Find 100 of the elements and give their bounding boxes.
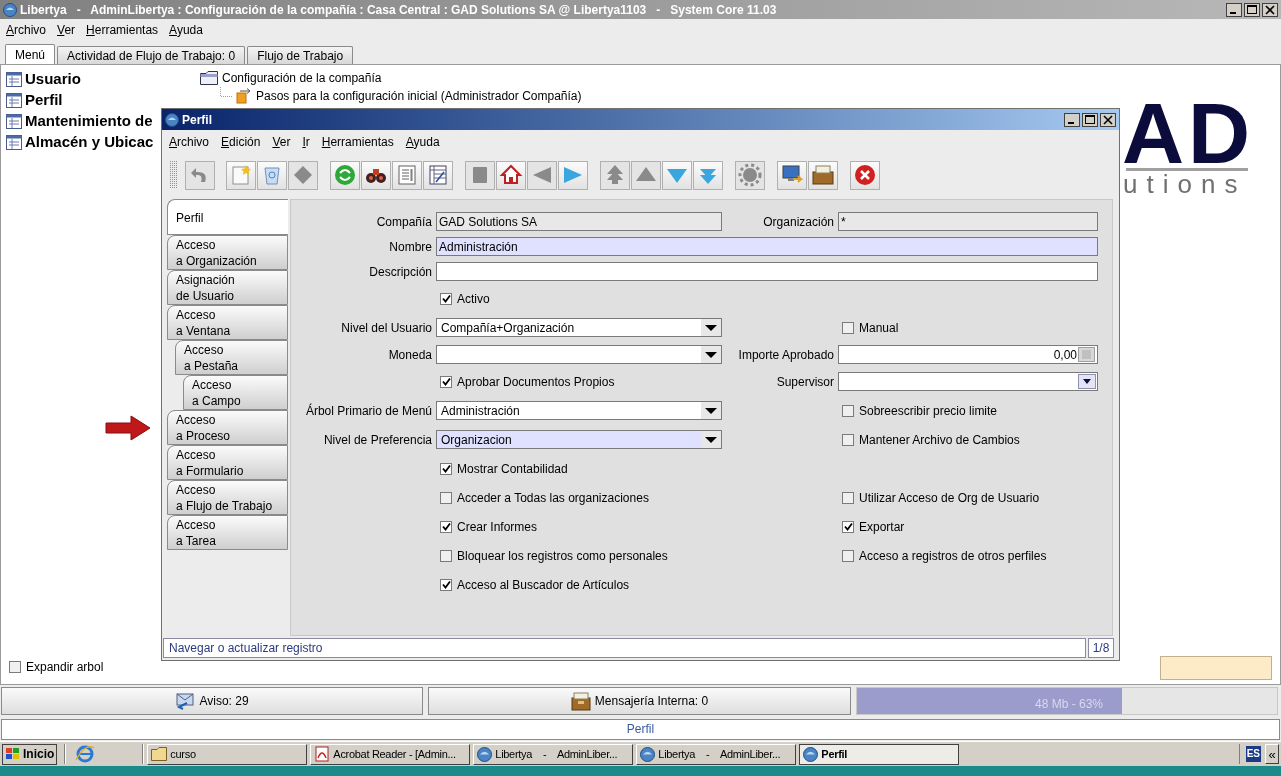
close-button[interactable] — [1100, 112, 1116, 127]
vertical-tab[interactable]: Acceso a Campo — [183, 375, 288, 410]
checkbox-label: Exportar — [859, 518, 905, 536]
menu-link[interactable]: Usuario — [25, 68, 81, 91]
check-icon — [441, 522, 451, 531]
menu-item[interactable]: Archivo — [6, 21, 47, 39]
menu-item[interactable]: Edición — [221, 133, 261, 151]
maximize-button[interactable] — [1082, 112, 1098, 127]
dropdown[interactable]: Compañía+Organización — [436, 318, 722, 337]
gear-icon — [738, 163, 762, 187]
checkbox[interactable] — [440, 491, 452, 504]
checkbox[interactable] — [440, 462, 452, 475]
text-field[interactable]: GAD Solutions SA — [436, 212, 722, 231]
field-label: Compañía — [376, 213, 432, 231]
checkbox[interactable] — [440, 520, 452, 533]
text-field[interactable]: Administración — [436, 237, 1098, 256]
checkbox-label: Aprobar Documentos Propios — [457, 373, 615, 391]
taskbar-item[interactable]: Libertya - AdminLiber... — [636, 743, 797, 765]
taskbar-item[interactable]: Libertya - AdminLiber... — [473, 743, 634, 765]
status-message: Navegar o actualizar registro — [169, 640, 323, 657]
menu-item[interactable]: Ir — [302, 133, 310, 151]
text-field[interactable] — [436, 262, 1098, 281]
taskbar-item[interactable]: Perfil — [799, 743, 960, 765]
menu-link[interactable]: Almacén y Ubicac — [25, 131, 154, 154]
dropdown[interactable]: Organizacion — [436, 430, 722, 449]
dropdown[interactable]: Administración — [436, 401, 722, 420]
vertical-tab[interactable]: Acceso a Pestaña — [175, 340, 288, 375]
text-field[interactable]: 0,00 — [838, 345, 1098, 364]
vertical-tab[interactable]: Acceso a Tarea — [167, 515, 288, 550]
vertical-tab[interactable]: Acceso a Formulario — [167, 445, 288, 480]
menu-item[interactable]: Herramientas — [86, 21, 159, 39]
vertical-tab[interactable]: Acceso a Organización — [167, 235, 288, 270]
field-label: Moneda — [388, 346, 432, 364]
browser-icon[interactable] — [75, 745, 96, 763]
checkbox[interactable] — [842, 404, 854, 417]
checkbox[interactable] — [440, 549, 452, 562]
minimize-button[interactable] — [1226, 2, 1242, 17]
dropdown[interactable] — [838, 372, 1098, 391]
vertical-tab[interactable]: Asignación de Usuario — [167, 270, 288, 305]
collapse-button[interactable]: « — [1265, 744, 1279, 764]
menu-item[interactable]: Ver — [57, 21, 76, 39]
window-icon — [6, 93, 22, 108]
checkbox[interactable] — [440, 578, 452, 591]
minimize-button[interactable] — [1064, 112, 1080, 127]
start-button[interactable]: Inicio — [2, 743, 58, 765]
checkbox[interactable] — [842, 520, 854, 533]
maximize-button[interactable] — [1244, 2, 1260, 17]
menu-link[interactable]: Mantenimiento de — [25, 110, 153, 133]
checkbox-label: Sobreescribir precio limite — [859, 402, 998, 420]
app-icon — [803, 746, 819, 762]
tab[interactable]: Flujo de Trabajo — [247, 46, 354, 64]
grid-icon — [426, 163, 450, 187]
checkbox[interactable] — [842, 433, 854, 446]
window-icon — [6, 114, 22, 129]
checkbox[interactable] — [842, 491, 854, 504]
window-title: Libertya - AdminLibertya : Configuración de la compañía : Casa Central : GAD Solutions SA @ Libertya1103 - System Core 11.03 — [20, 1, 777, 19]
toolbar-grip — [170, 161, 178, 189]
language-indicator[interactable]: ES — [1245, 746, 1261, 762]
checkbox[interactable] — [440, 375, 452, 388]
logo-text: AD — [1122, 101, 1255, 165]
archive-icon — [811, 163, 835, 187]
vertical-tab[interactable]: Acceso a Ventana — [167, 305, 288, 340]
notices-button[interactable]: Aviso: 29 — [1, 687, 423, 715]
taskbar-item[interactable]: curso — [147, 743, 308, 765]
toolbar-button[interactable] — [496, 160, 526, 190]
vertical-tab[interactable]: Acceso a Flujo de Trabajo — [167, 480, 288, 515]
menu-link[interactable]: Perfil — [25, 89, 63, 112]
tab[interactable]: Actividad de Flujo de Trabajo: 0 — [57, 46, 246, 64]
vertical-tab[interactable]: Perfil — [167, 199, 288, 235]
menu-item[interactable]: Ayuda — [405, 133, 440, 151]
menu-item[interactable]: Archivo — [169, 133, 210, 151]
close-button[interactable] — [1262, 2, 1278, 17]
text-field[interactable]: * — [838, 212, 1098, 231]
app-icon — [640, 746, 656, 762]
checkbox[interactable] — [842, 549, 854, 562]
record-counter: 1/8 — [1092, 640, 1110, 657]
taskbar-item[interactable]: Acrobat Reader - [Admin... — [310, 743, 471, 765]
check-icon — [441, 464, 451, 473]
tree-item[interactable]: Configuración de la compañía — [222, 69, 382, 87]
checkbox[interactable] — [440, 292, 452, 305]
tab[interactable]: Menú — [5, 44, 56, 64]
messages-button[interactable]: Mensajería Interna: 0 — [428, 687, 851, 715]
toolbar-button[interactable] — [777, 160, 807, 190]
checkbox-label: Mostrar Contabilidad — [457, 460, 568, 478]
dropdown[interactable] — [436, 345, 722, 364]
memory-reading: 48 Mb - 63% — [1035, 696, 1104, 713]
toolbar-button[interactable] — [361, 160, 391, 190]
home-icon — [499, 163, 523, 187]
menu-item[interactable]: Ayuda — [169, 21, 203, 39]
checkbox[interactable] — [9, 661, 21, 673]
menu-item[interactable]: Ver — [272, 133, 291, 151]
tree-item[interactable]: Pasos para la configuración inicial (Administrador Compañía) — [256, 87, 582, 105]
menu-item[interactable]: Herramientas — [321, 133, 394, 151]
checkbox[interactable] — [842, 321, 854, 334]
vertical-tab[interactable]: Acceso a Proceso — [167, 410, 288, 445]
status-title: Perfil — [626, 721, 655, 738]
checkbox-label: Acceder a Todas las organizaciones — [457, 489, 649, 507]
app-icon — [165, 112, 179, 127]
field-label: Supervisor — [776, 373, 834, 391]
toolbar-button[interactable] — [808, 160, 838, 190]
